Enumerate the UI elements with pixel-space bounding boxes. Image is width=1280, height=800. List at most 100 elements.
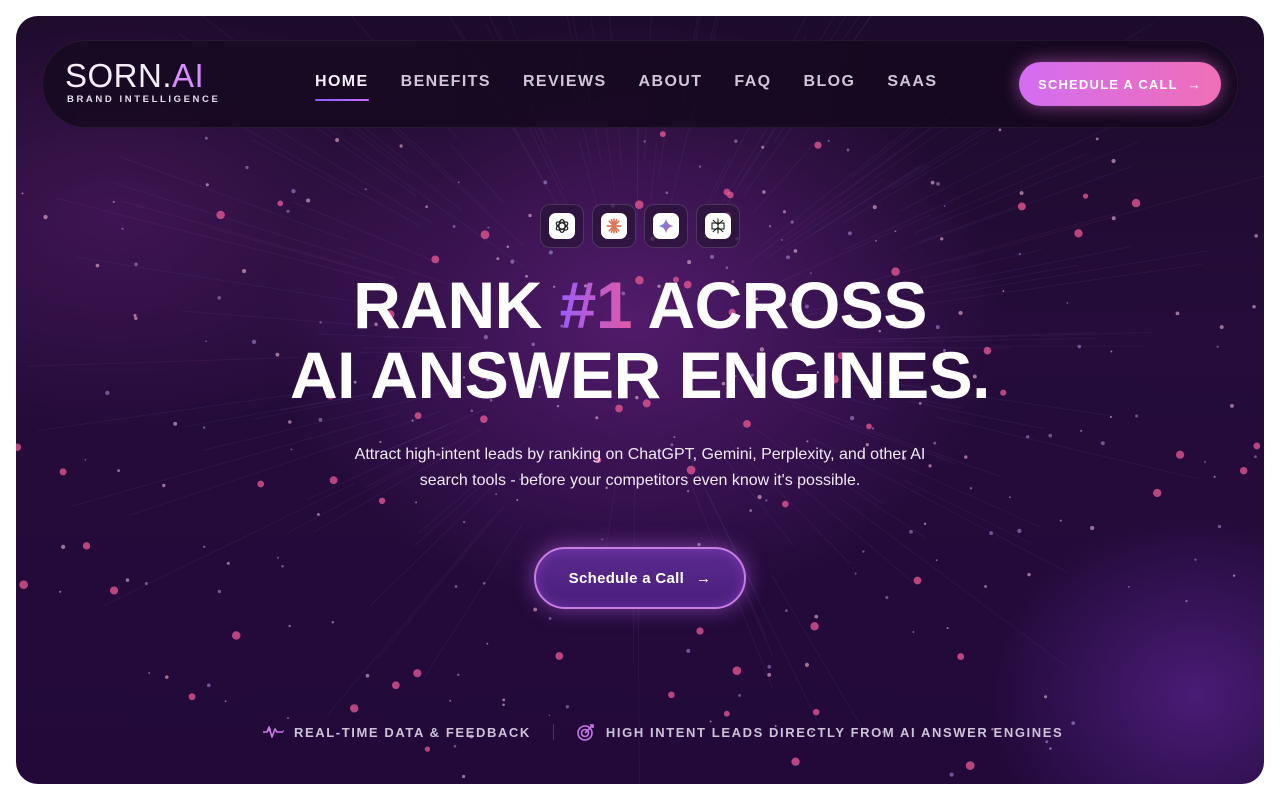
particle-dot: [1049, 747, 1052, 750]
brand-tagline: BRAND INTELLIGENCE: [67, 94, 221, 105]
particle-dot: [482, 581, 486, 585]
particle-dot: [1213, 475, 1216, 478]
particle-dot: [165, 675, 169, 679]
particle-dot: [144, 582, 148, 586]
particle-streak: [121, 156, 350, 242]
particle-streak: [842, 142, 979, 224]
particle-dot: [414, 412, 422, 420]
particle-dot: [59, 468, 67, 476]
schedule-call-nav-label: SCHEDULE A CALL: [1037, 76, 1178, 92]
particle-dot: [95, 263, 100, 268]
nav-saas[interactable]: SAAS: [887, 73, 937, 101]
particle-dot: [1027, 572, 1031, 577]
particle-dot: [84, 458, 87, 461]
target-icon: [577, 724, 594, 741]
particle-dot: [1009, 496, 1011, 499]
schedule-call-nav-button[interactable]: SCHEDULE A CALL →: [1019, 62, 1221, 106]
particle-streak: [424, 523, 523, 678]
particle-dot: [595, 416, 599, 420]
particle-dot: [697, 543, 701, 547]
nav-blog[interactable]: BLOG: [804, 73, 856, 101]
particle-dot: [206, 683, 211, 688]
particle-dot: [875, 240, 877, 242]
feature-leads-label: HIGH INTENT LEADS DIRECTLY FROM AI ANSWE…: [605, 724, 1064, 740]
particle-dot: [543, 180, 548, 185]
particle-dot: [1253, 442, 1261, 450]
particle-dot: [1074, 229, 1083, 238]
particle-dot: [734, 139, 738, 143]
particle-dot: [698, 165, 702, 168]
feature-divider: [552, 724, 554, 740]
particle-dot: [245, 165, 249, 170]
particle-dot: [288, 624, 291, 628]
claude-icon: [592, 204, 636, 248]
particle-dot: [480, 230, 490, 240]
nav-benefits[interactable]: BENEFITS: [401, 73, 491, 101]
particle-dot: [1185, 599, 1188, 603]
brand-logo[interactable]: SORN.AI BRAND INTELLIGENCE: [65, 59, 221, 106]
particle-streak: [752, 140, 817, 214]
particle-dot: [431, 255, 440, 264]
schedule-call-hero-button[interactable]: Schedule a Call →: [534, 547, 746, 609]
nav-home[interactable]: HOME: [315, 73, 369, 101]
hero-title-accent: #1: [559, 268, 633, 342]
particle-dot: [82, 542, 91, 550]
perplexity-icon: [696, 204, 740, 248]
particle-dot: [946, 627, 949, 630]
particle-dot: [1017, 202, 1026, 211]
particle-dot: [16, 443, 22, 451]
particle-dot: [1109, 415, 1112, 419]
particle-dot: [277, 556, 280, 559]
particle-dot: [943, 205, 946, 207]
particle-dot: [782, 500, 789, 508]
particle-streak: [103, 483, 355, 606]
particle-dot: [930, 180, 935, 185]
feature-strip: REAL-TIME DATA & FEEDBACK HIGH INTENT LE…: [262, 722, 1063, 742]
particle-dot: [969, 486, 973, 490]
particle-dot: [281, 564, 284, 568]
particle-dot: [862, 550, 865, 553]
particle-dot: [316, 513, 320, 516]
particle-dot: [452, 225, 456, 228]
particle-dot: [533, 607, 538, 612]
particle-dot: [1254, 455, 1257, 459]
particle-dot: [453, 744, 457, 748]
particle-dot: [231, 631, 241, 640]
particle-dot: [287, 717, 289, 719]
particle-streak: [120, 200, 395, 279]
particle-streak: [327, 518, 493, 716]
particle-streak: [934, 416, 1199, 480]
particle-dot: [1059, 519, 1062, 522]
particle-dot: [480, 415, 488, 423]
schedule-call-hero-label: Schedule a Call: [568, 569, 685, 587]
particle-dot: [854, 572, 857, 575]
particle-dot: [277, 200, 284, 207]
particle-dot: [286, 209, 290, 213]
particle-dot: [1135, 414, 1138, 418]
particle-dot: [989, 531, 993, 536]
particle-dot: [935, 559, 938, 561]
particle-dot: [217, 589, 222, 594]
particle-dot: [188, 693, 196, 701]
particle-streak: [705, 490, 821, 728]
nav-faq[interactable]: FAQ: [734, 73, 771, 101]
particle-dot: [61, 544, 66, 550]
particle-dot: [486, 642, 489, 645]
particle-dot: [723, 710, 730, 717]
main-menu: HOME BENEFITS REVIEWS ABOUT FAQ BLOG SAA…: [315, 73, 969, 101]
particle-dot: [173, 421, 178, 426]
gemini-icon: [644, 204, 688, 248]
particle-dot: [399, 144, 403, 148]
particle-dot: [125, 578, 130, 582]
particle-dot: [226, 561, 230, 565]
nav-reviews[interactable]: REVIEWS: [523, 73, 607, 101]
particle-dot: [59, 590, 62, 593]
particle-dot: [117, 469, 120, 473]
particle-dot: [329, 476, 338, 485]
particle-dot: [814, 614, 819, 619]
particle-dot: [121, 227, 124, 230]
nav-about[interactable]: ABOUT: [639, 73, 703, 101]
particle-dot: [162, 483, 166, 488]
arrow-right-icon: →: [1187, 76, 1202, 92]
particle-dot: [964, 455, 968, 459]
